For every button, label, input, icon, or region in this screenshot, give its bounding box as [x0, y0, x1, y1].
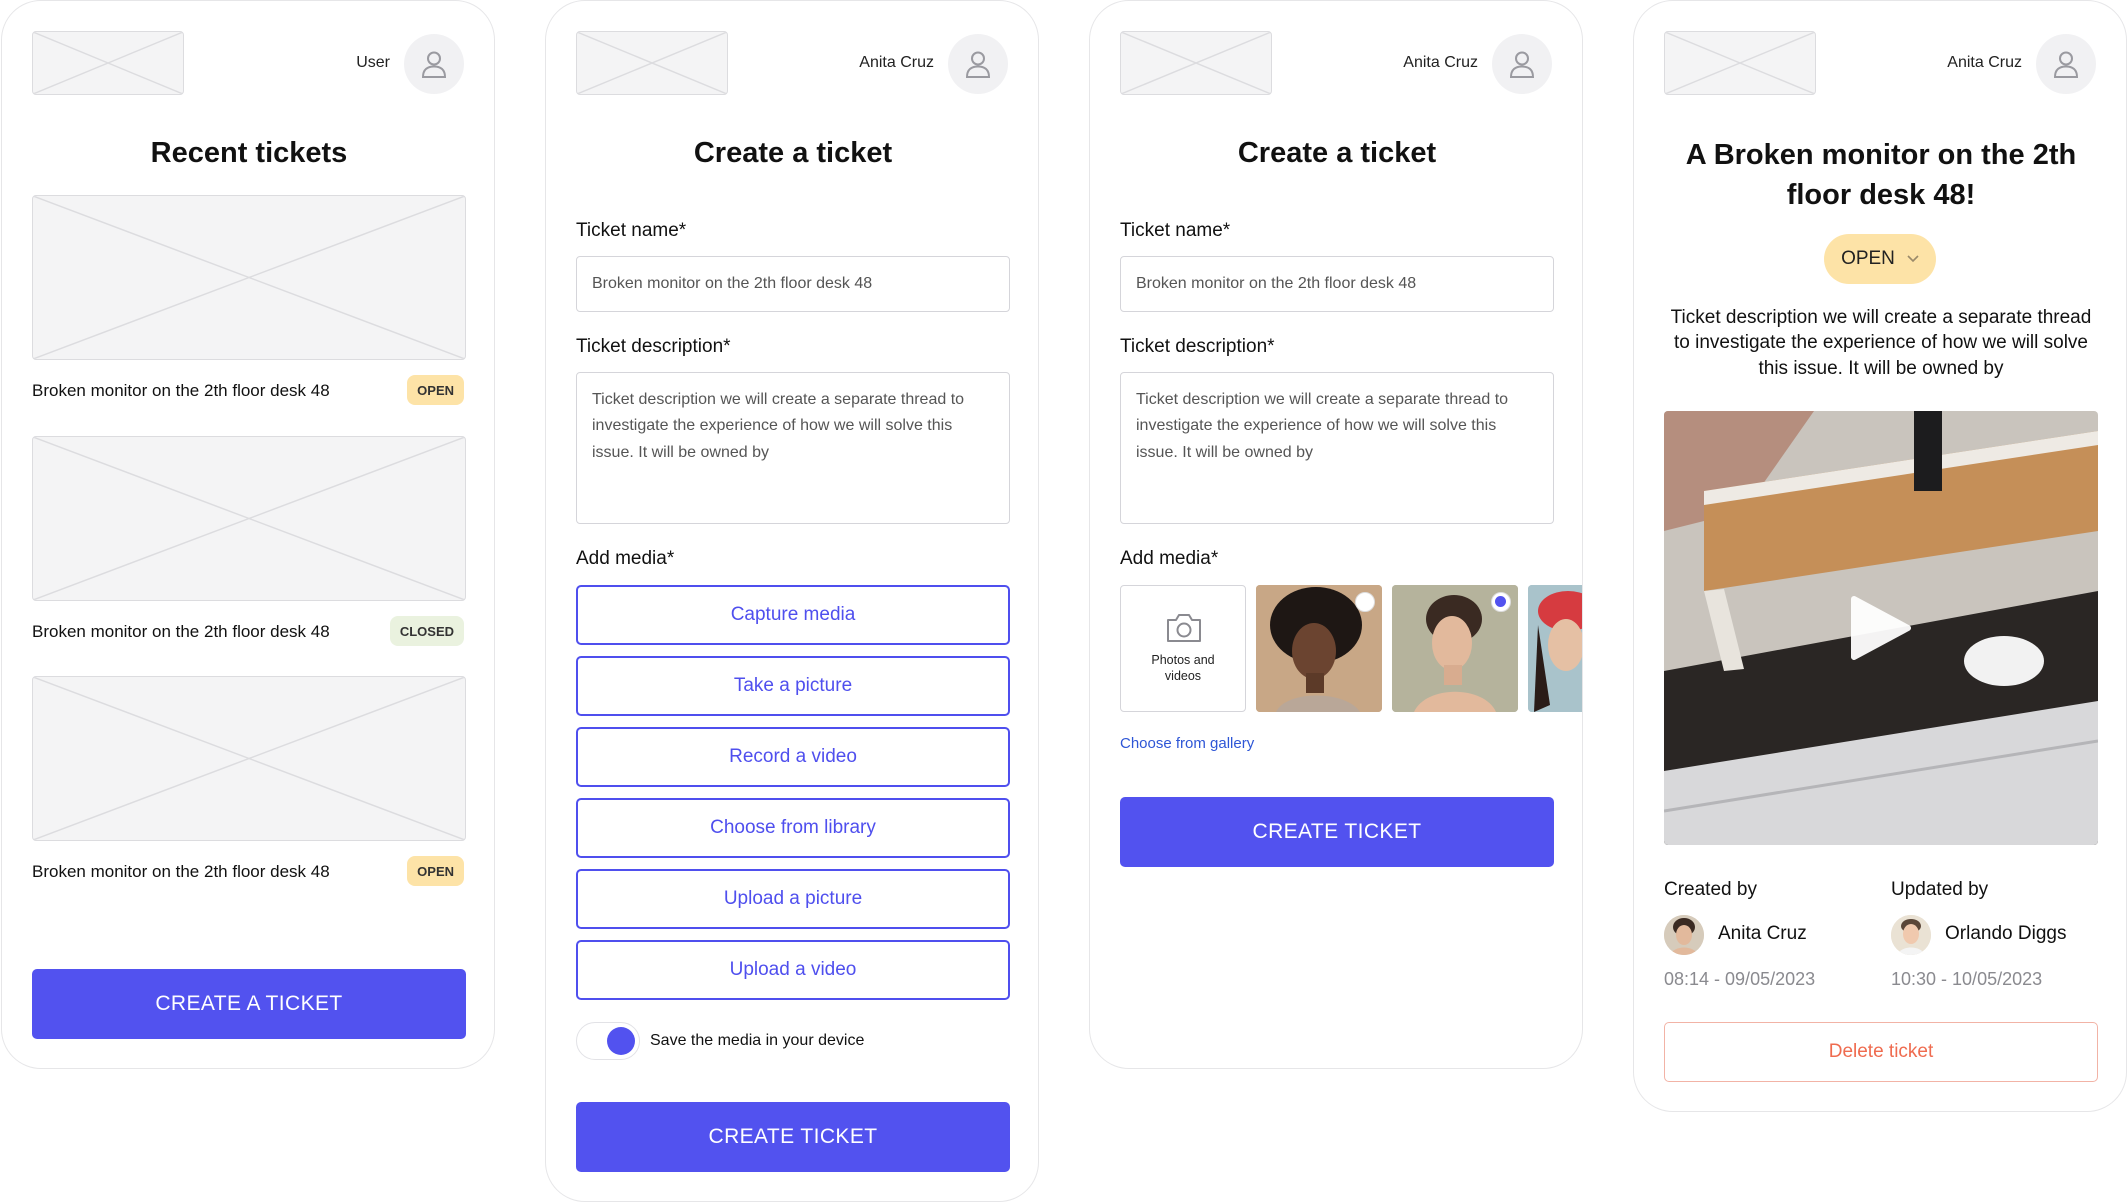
create-ticket-options-screen: Anita Cruz Create a ticket Ticket name* …	[545, 0, 1039, 1202]
updated-by-label: Updated by	[1891, 879, 1989, 900]
created-at: 08:14 - 09/05/2023	[1664, 969, 1816, 989]
updater-name: Orlando Diggs	[1945, 923, 2067, 944]
logo-placeholder	[1120, 31, 1272, 95]
create-ticket-gallery-screen: Anita Cruz Create a ticket Ticket name* …	[1089, 0, 1583, 1069]
capture-media-button[interactable]: Capture media	[576, 585, 1010, 645]
user-name: User	[356, 54, 390, 71]
upload-picture-button[interactable]: Upload a picture	[576, 869, 1010, 929]
camera-icon	[1167, 614, 1201, 642]
profile-avatar[interactable]	[948, 34, 1008, 94]
gallery-thumbnail[interactable]	[1256, 585, 1382, 712]
choose-gallery-link[interactable]: Choose from gallery	[1120, 735, 1254, 752]
upload-video-button[interactable]: Upload a video	[576, 940, 1010, 1000]
ticket-description-label: Ticket description*	[576, 336, 731, 357]
status-badge: OPEN	[407, 375, 464, 405]
page-title: Create a ticket	[693, 137, 893, 169]
ticket-description-label: Ticket description*	[1120, 336, 1275, 357]
ticket-name-label: Ticket name*	[1120, 220, 1231, 241]
creator-avatar	[1664, 915, 1704, 955]
play-icon[interactable]	[1850, 593, 1912, 663]
take-picture-button[interactable]: Take a picture	[576, 656, 1010, 716]
logo-placeholder	[576, 31, 728, 95]
create-ticket-button[interactable]: CREATE TICKET	[1120, 797, 1554, 867]
status-badge: CLOSED	[389, 616, 464, 646]
updater-avatar	[1891, 915, 1931, 955]
ticket-name-label: Ticket name*	[576, 220, 687, 241]
ticket-description: Ticket description we will create a sepa…	[1670, 307, 2092, 379]
photos-tile-label: Photos and videos	[1151, 653, 1215, 684]
record-video-button[interactable]: Record a video	[576, 727, 1010, 787]
ticket-title[interactable]: Broken monitor on the 2th floor desk 48	[32, 381, 330, 401]
toggle-knob	[607, 1027, 635, 1055]
gallery-thumbnail[interactable]	[1392, 585, 1518, 712]
ticket-description-textarea[interactable]: Ticket description we will create a sepa…	[576, 372, 1010, 524]
ticket-description-textarea[interactable]: Ticket description we will create a sepa…	[1120, 372, 1554, 524]
ticket-name-input[interactable]: Broken monitor on the 2th floor desk 48	[1120, 256, 1554, 312]
create-ticket-button[interactable]: CREATE A TICKET	[32, 969, 466, 1039]
user-icon	[2053, 51, 2079, 78]
ticket-video[interactable]	[1664, 411, 2098, 845]
user-icon	[965, 51, 991, 78]
ticket-name-input[interactable]: Broken monitor on the 2th floor desk 48	[576, 256, 1010, 312]
add-media-label: Add media*	[1120, 548, 1219, 569]
ticket-title: A Broken monitor on the 2th floor desk 4…	[1685, 139, 2077, 212]
page-title: Create a ticket	[1237, 137, 1437, 169]
create-ticket-button[interactable]: CREATE TICKET	[576, 1102, 1010, 1172]
status-dropdown[interactable]: OPEN	[1824, 234, 1936, 284]
save-media-toggle[interactable]	[576, 1022, 640, 1060]
chevron-down-icon	[1907, 255, 1919, 263]
logo-placeholder	[1664, 31, 1816, 95]
profile-avatar[interactable]	[2036, 34, 2096, 94]
page-title: Recent tickets	[150, 137, 348, 169]
logo-placeholder	[32, 31, 184, 95]
user-name: Anita Cruz	[859, 54, 934, 71]
photos-videos-tile[interactable]: Photos and videos	[1120, 585, 1246, 712]
ticket-title[interactable]: Broken monitor on the 2th floor desk 48	[32, 622, 330, 642]
ticket-image-placeholder[interactable]	[32, 676, 466, 841]
choose-library-button[interactable]: Choose from library	[576, 798, 1010, 858]
save-media-label: Save the media in your device	[650, 1032, 865, 1049]
ticket-image-placeholder[interactable]	[32, 436, 466, 601]
add-media-label: Add media*	[576, 548, 675, 569]
profile-avatar[interactable]	[1492, 34, 1552, 94]
user-icon	[421, 51, 447, 78]
ticket-detail-screen: Anita Cruz A Broken monitor on the 2th f…	[1633, 0, 2127, 1112]
status-badge: OPEN	[407, 856, 464, 886]
ticket-title[interactable]: Broken monitor on the 2th floor desk 48	[32, 862, 330, 882]
profile-avatar[interactable]	[404, 34, 464, 94]
updated-at: 10:30 - 10/05/2023	[1891, 969, 2043, 989]
status-label: OPEN	[1841, 248, 1895, 269]
delete-ticket-button[interactable]: Delete ticket	[1664, 1022, 2098, 1082]
user-name: Anita Cruz	[1403, 54, 1478, 71]
creator-name: Anita Cruz	[1718, 923, 1807, 944]
select-radio-selected[interactable]	[1491, 592, 1511, 612]
created-by-label: Created by	[1664, 879, 1757, 900]
ticket-image-placeholder[interactable]	[32, 195, 466, 360]
recent-tickets-screen: User Recent tickets Broken monitor on th…	[1, 0, 495, 1069]
select-radio[interactable]	[1355, 592, 1375, 612]
user-icon	[1509, 51, 1535, 78]
user-name: Anita Cruz	[1947, 54, 2022, 71]
gallery-thumbnail[interactable]	[1528, 585, 1582, 712]
